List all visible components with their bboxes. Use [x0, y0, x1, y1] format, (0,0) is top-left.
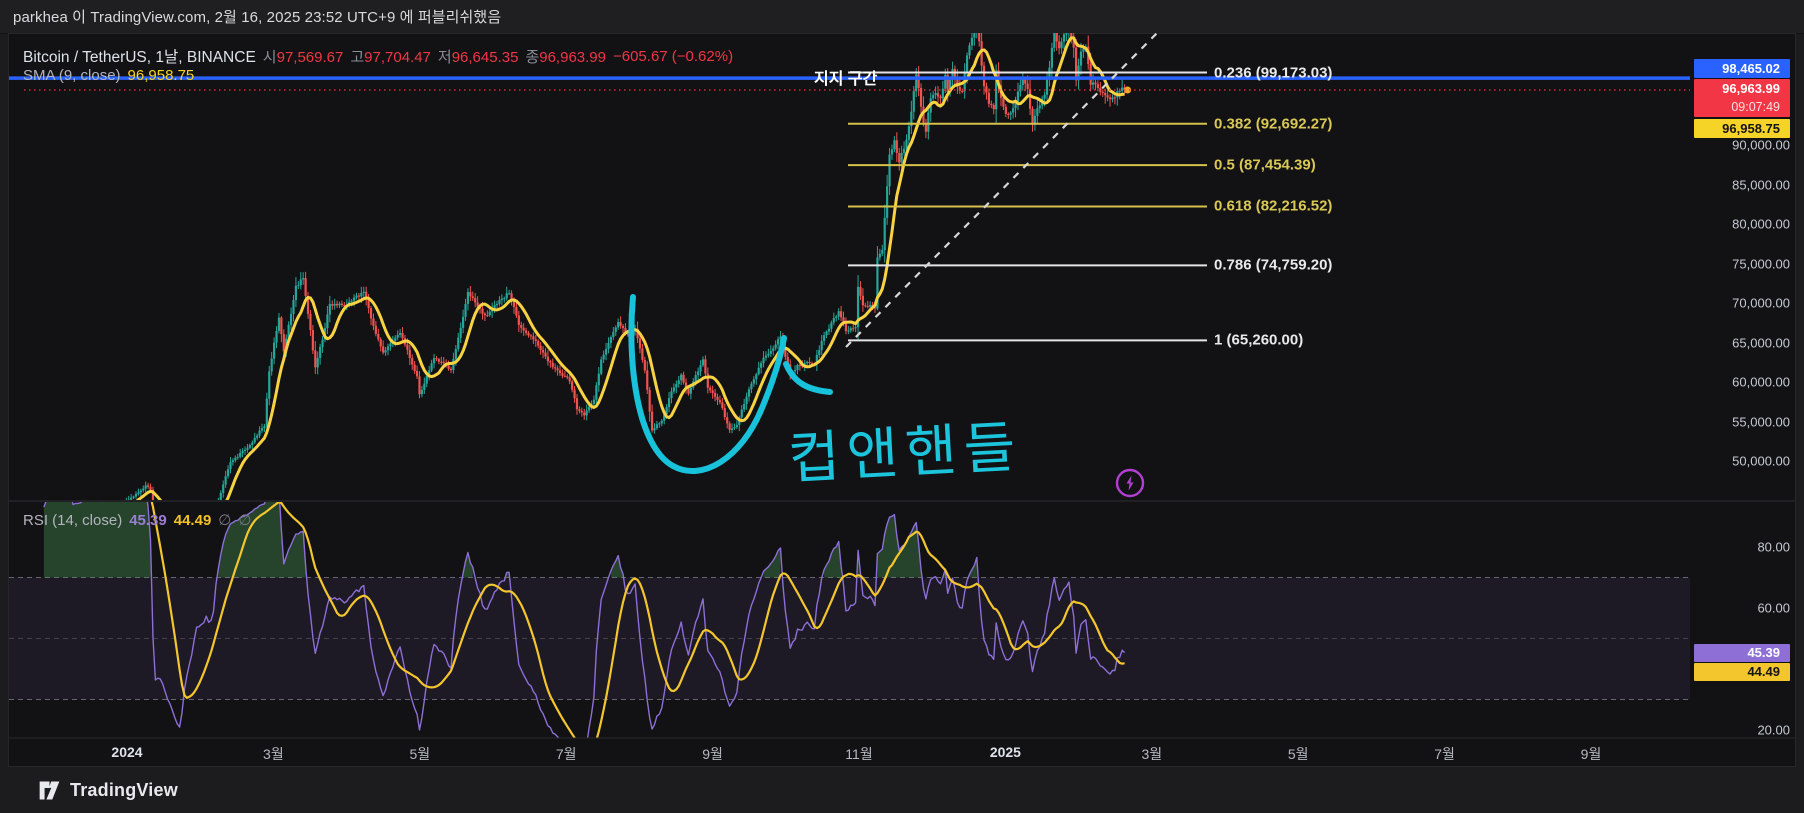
published-chart-page: { "publish_bar": {"text": "parkhea 이 Tra… [0, 0, 1804, 813]
lightning-icon [1115, 468, 1145, 498]
chart-canvas[interactable] [0, 0, 1804, 813]
